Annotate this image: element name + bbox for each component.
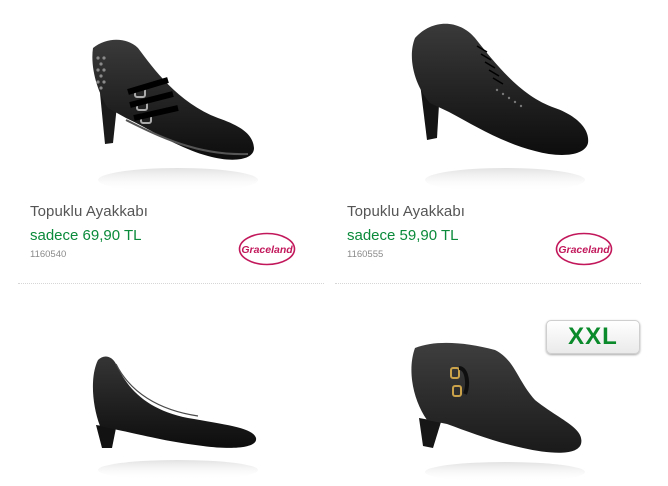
lace-up-oxford-heel-image[interactable] — [385, 8, 595, 198]
product-card[interactable] — [18, 300, 324, 486]
product-sku: 1160540 — [30, 249, 67, 260]
product-card[interactable]: Topuklu Ayakkabı sadece 59,90 TL 1160555… — [335, 0, 641, 286]
product-sku: 1160555 — [347, 249, 384, 260]
graceland-brand-logo: Graceland — [555, 232, 613, 266]
product-title[interactable]: Topuklu Ayakkabı — [30, 203, 148, 220]
xxl-size-badge: XXL — [546, 320, 640, 354]
studded-buckle-bootie-image[interactable] — [68, 8, 278, 198]
product-card[interactable]: Topuklu Ayakkabı sadece 69,90 TL 1160540… — [18, 0, 324, 286]
graceland-brand-logo: Graceland — [238, 232, 296, 266]
divider — [335, 283, 641, 284]
product-price: sadece 59,90 TL — [347, 227, 459, 244]
divider — [18, 283, 324, 284]
svg-text:Graceland: Graceland — [241, 244, 293, 256]
product-price: sadece 69,90 TL — [30, 227, 142, 244]
black-pump-image[interactable] — [68, 340, 278, 486]
suede-buckle-bootie-image[interactable] — [385, 340, 595, 486]
product-title[interactable]: Topuklu Ayakkabı — [347, 203, 465, 220]
svg-text:Graceland: Graceland — [558, 244, 610, 256]
